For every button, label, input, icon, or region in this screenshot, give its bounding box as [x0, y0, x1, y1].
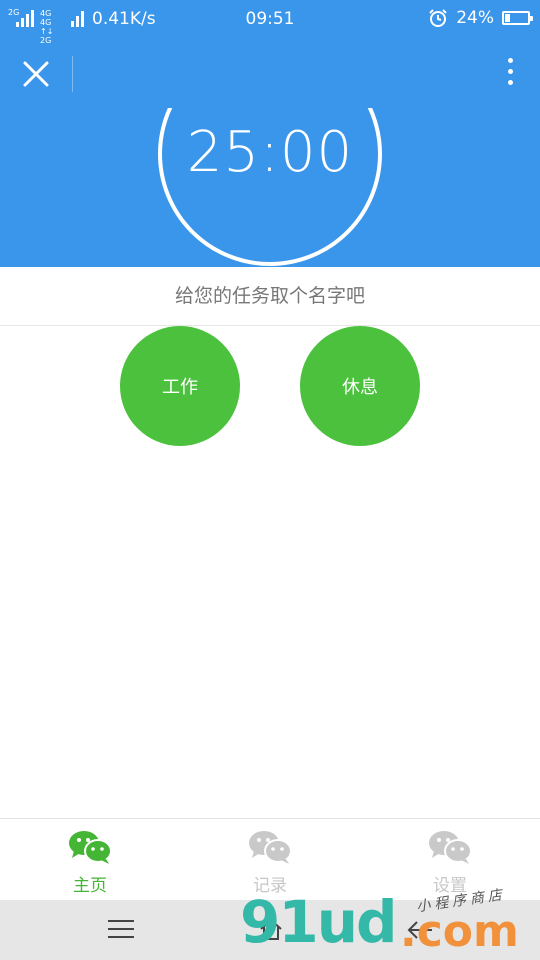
status-right: 24% — [428, 8, 533, 28]
back-arrow-icon[interactable] — [406, 918, 434, 942]
alarm-icon — [429, 9, 447, 27]
tab-home[interactable]: 主页 — [0, 819, 180, 901]
more-menu-icon[interactable] — [504, 58, 516, 90]
work-button[interactable]: 工作 — [120, 326, 240, 446]
wechat-icon — [69, 831, 112, 864]
tab-bar: 主页 记录 设置 — [0, 818, 540, 901]
status-bar: 2G 4G 4G ↑↓ 2G 0.41K/s 09:51 24% — [0, 0, 540, 45]
system-nav-bar — [0, 900, 540, 960]
tab-settings-label: 设置 — [433, 876, 467, 896]
tab-records[interactable]: 记录 — [180, 819, 360, 901]
menu-icon[interactable] — [108, 920, 134, 940]
timer-display: 25:00 — [186, 120, 354, 185]
header-divider — [72, 56, 73, 92]
timer-ring-mask — [158, 38, 382, 108]
network-type-bottom: ↑↓ 2G — [40, 27, 54, 45]
task-name-input[interactable]: 给您的任务取个名字吧 — [0, 267, 540, 326]
battery-icon — [502, 11, 533, 25]
wechat-icon — [249, 831, 292, 864]
close-icon[interactable] — [18, 56, 54, 92]
home-icon[interactable] — [258, 916, 284, 942]
header: 2G 4G 4G ↑↓ 2G 0.41K/s 09:51 24% 25:00 — [0, 0, 540, 267]
tab-settings[interactable]: 设置 — [360, 819, 540, 901]
tab-records-label: 记录 — [253, 876, 287, 896]
wechat-icon — [429, 831, 472, 864]
rest-button[interactable]: 休息 — [300, 326, 420, 446]
tab-home-label: 主页 — [73, 876, 107, 896]
battery-percent: 24% — [456, 8, 494, 28]
